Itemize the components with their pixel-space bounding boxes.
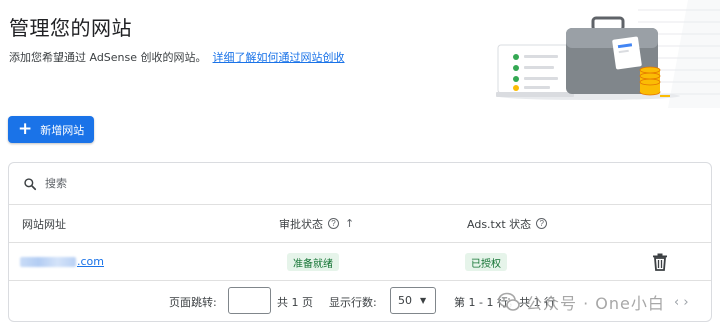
rows-per-page-label: 显示行数:	[329, 296, 377, 309]
learn-more-link[interactable]: 详细了解如何通过网站创收	[213, 51, 345, 64]
goto-page-input[interactable]	[228, 287, 271, 314]
goto-label: 页面跳转:	[169, 296, 217, 309]
rows-per-page-value: 50	[398, 294, 412, 307]
watermark-text: 公众号 · One小白	[526, 294, 665, 313]
plus-icon: +	[18, 119, 33, 139]
caret-down-icon: ▼	[420, 296, 427, 305]
search-bar	[9, 163, 711, 205]
search-icon	[24, 177, 37, 190]
page-nav-icon[interactable]: ‹ ›	[674, 281, 689, 321]
arrow-up-icon[interactable]: ↑	[345, 217, 354, 230]
column-header-url[interactable]: 网站网址	[22, 205, 66, 242]
help-circle-icon[interactable]: ?	[536, 218, 548, 229]
rows-per-page-select[interactable]: 50 ▼	[390, 287, 436, 314]
add-site-button[interactable]: + 新增网站	[8, 116, 94, 143]
page-title: 管理您的网站	[9, 16, 132, 40]
watermark: 公众号 · One小白	[498, 290, 665, 314]
add-site-label: 新增网站	[40, 123, 85, 137]
approval-status-badge: 准备就绪	[287, 253, 339, 271]
page-subtitle: 添加您希望通过 AdSense 创收的网站。 详细了解如何通过网站创收	[9, 49, 345, 65]
site-url-suffix: .com	[77, 255, 104, 268]
table-row: .com 准备就绪 已授权	[9, 243, 711, 281]
trash-icon[interactable]	[652, 253, 668, 271]
table-header: 网站网址 审批状态 ? ↑ Ads.txt 状态 ?	[9, 205, 711, 243]
site-url-link[interactable]: .com	[20, 255, 104, 268]
help-circle-icon[interactable]: ?	[328, 218, 339, 229]
ads-txt-status-badge: 已授权	[465, 253, 507, 271]
column-approval-label: 审批状态	[279, 217, 323, 231]
redacted-domain	[20, 256, 76, 267]
column-header-approval[interactable]: 审批状态 ? ↑	[279, 205, 354, 242]
total-pages-text: 共 1 页	[277, 296, 313, 309]
column-url-label: 网站网址	[22, 217, 66, 231]
column-header-ads-txt[interactable]: Ads.txt 状态 ?	[467, 205, 548, 242]
subtitle-text: 添加您希望通过 AdSense 创收的网站。	[9, 51, 207, 64]
wechat-logo-icon	[498, 292, 520, 311]
search-input[interactable]	[45, 177, 345, 190]
column-ads-txt-label: Ads.txt 状态	[467, 217, 532, 231]
hero-illustration	[496, 0, 720, 108]
